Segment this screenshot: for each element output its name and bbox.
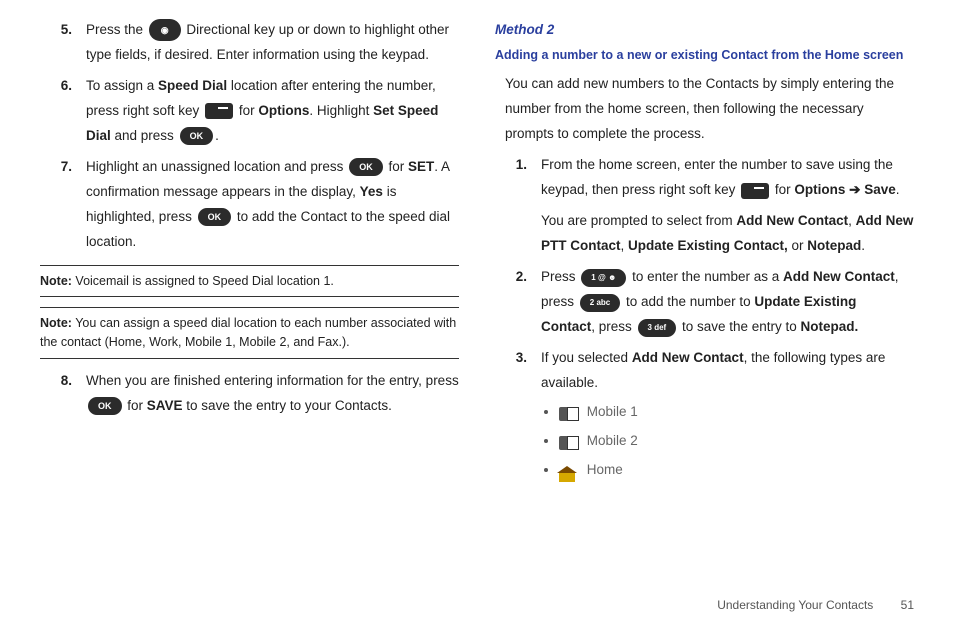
page-number: 51 [901, 598, 914, 612]
right-softkey-icon [741, 183, 769, 199]
right-steps-list: 1. From the home screen, enter the numbe… [495, 153, 914, 487]
left-steps-list: 5. Press the ◉ Directional key up or dow… [40, 18, 459, 255]
left-column: 5. Press the ◉ Directional key up or dow… [40, 18, 459, 493]
step-number: 5. [40, 18, 86, 68]
step-number: 6. [40, 74, 86, 149]
mobile2-icon [559, 434, 579, 450]
note-text: You can assign a speed dial location to … [40, 316, 456, 349]
step-7: 7. Highlight an unassigned location and … [40, 155, 459, 255]
key-2-icon: 2 abc [580, 294, 620, 312]
contact-type-list: Mobile 1 Mobile 2 Home [559, 400, 914, 483]
list-item: Mobile 2 [559, 429, 914, 454]
note-label: Note: [40, 274, 72, 288]
step-5: 5. Press the ◉ Directional key up or dow… [40, 18, 459, 68]
step-6: 6. To assign a Speed Dial location after… [40, 74, 459, 149]
r-step-1: 1. From the home screen, enter the numbe… [495, 153, 914, 259]
step-body: Press the ◉ Directional key up or down t… [86, 18, 459, 68]
list-item: Home [559, 458, 914, 483]
intro-paragraph: You can add new numbers to the Contacts … [505, 72, 914, 147]
method-heading: Method 2 [495, 18, 914, 43]
page-footer: Understanding Your Contacts 51 [717, 594, 914, 616]
step-body: Highlight an unassigned location and pre… [86, 155, 459, 255]
key-1-icon: 1 @ ☻ [581, 269, 626, 287]
right-softkey-icon [205, 103, 233, 119]
ok-key-icon: OK [198, 208, 232, 226]
step-number: 7. [40, 155, 86, 255]
home-icon [559, 462, 579, 478]
section-title: Understanding Your Contacts [717, 598, 873, 612]
note-1: Note: Voicemail is assigned to Speed Dia… [40, 265, 459, 298]
step-number: 2. [495, 265, 541, 340]
ok-key-icon: OK [88, 397, 122, 415]
left-steps-continued: 8. When you are finished entering inform… [40, 369, 459, 419]
method-subtitle: Adding a number to a new or existing Con… [495, 47, 914, 65]
step-number: 1. [495, 153, 541, 259]
step-body: To assign a Speed Dial location after en… [86, 74, 459, 149]
r-step-3: 3. If you selected Add New Contact, the … [495, 346, 914, 487]
step-body: From the home screen, enter the number t… [541, 153, 914, 259]
step-8: 8. When you are finished entering inform… [40, 369, 459, 419]
r-step-2: 2. Press 1 @ ☻ to enter the number as a … [495, 265, 914, 340]
note-2: Note: You can assign a speed dial locati… [40, 307, 459, 359]
mobile1-icon [559, 405, 579, 421]
dpad-icon: ◉ [149, 19, 181, 41]
step-body: If you selected Add New Contact, the fol… [541, 346, 914, 487]
right-column: Method 2 Adding a number to a new or exi… [495, 18, 914, 493]
note-text: Voicemail is assigned to Speed Dial loca… [72, 274, 334, 288]
ok-key-icon: OK [180, 127, 214, 145]
step-body: When you are finished entering informati… [86, 369, 459, 419]
key-3-icon: 3 def [638, 319, 677, 337]
step-body: Press 1 @ ☻ to enter the number as a Add… [541, 265, 914, 340]
step-number: 3. [495, 346, 541, 487]
list-item: Mobile 1 [559, 400, 914, 425]
ok-key-icon: OK [349, 158, 383, 176]
note-label: Note: [40, 316, 72, 330]
step-number: 8. [40, 369, 86, 419]
page-content: 5. Press the ◉ Directional key up or dow… [0, 0, 954, 493]
